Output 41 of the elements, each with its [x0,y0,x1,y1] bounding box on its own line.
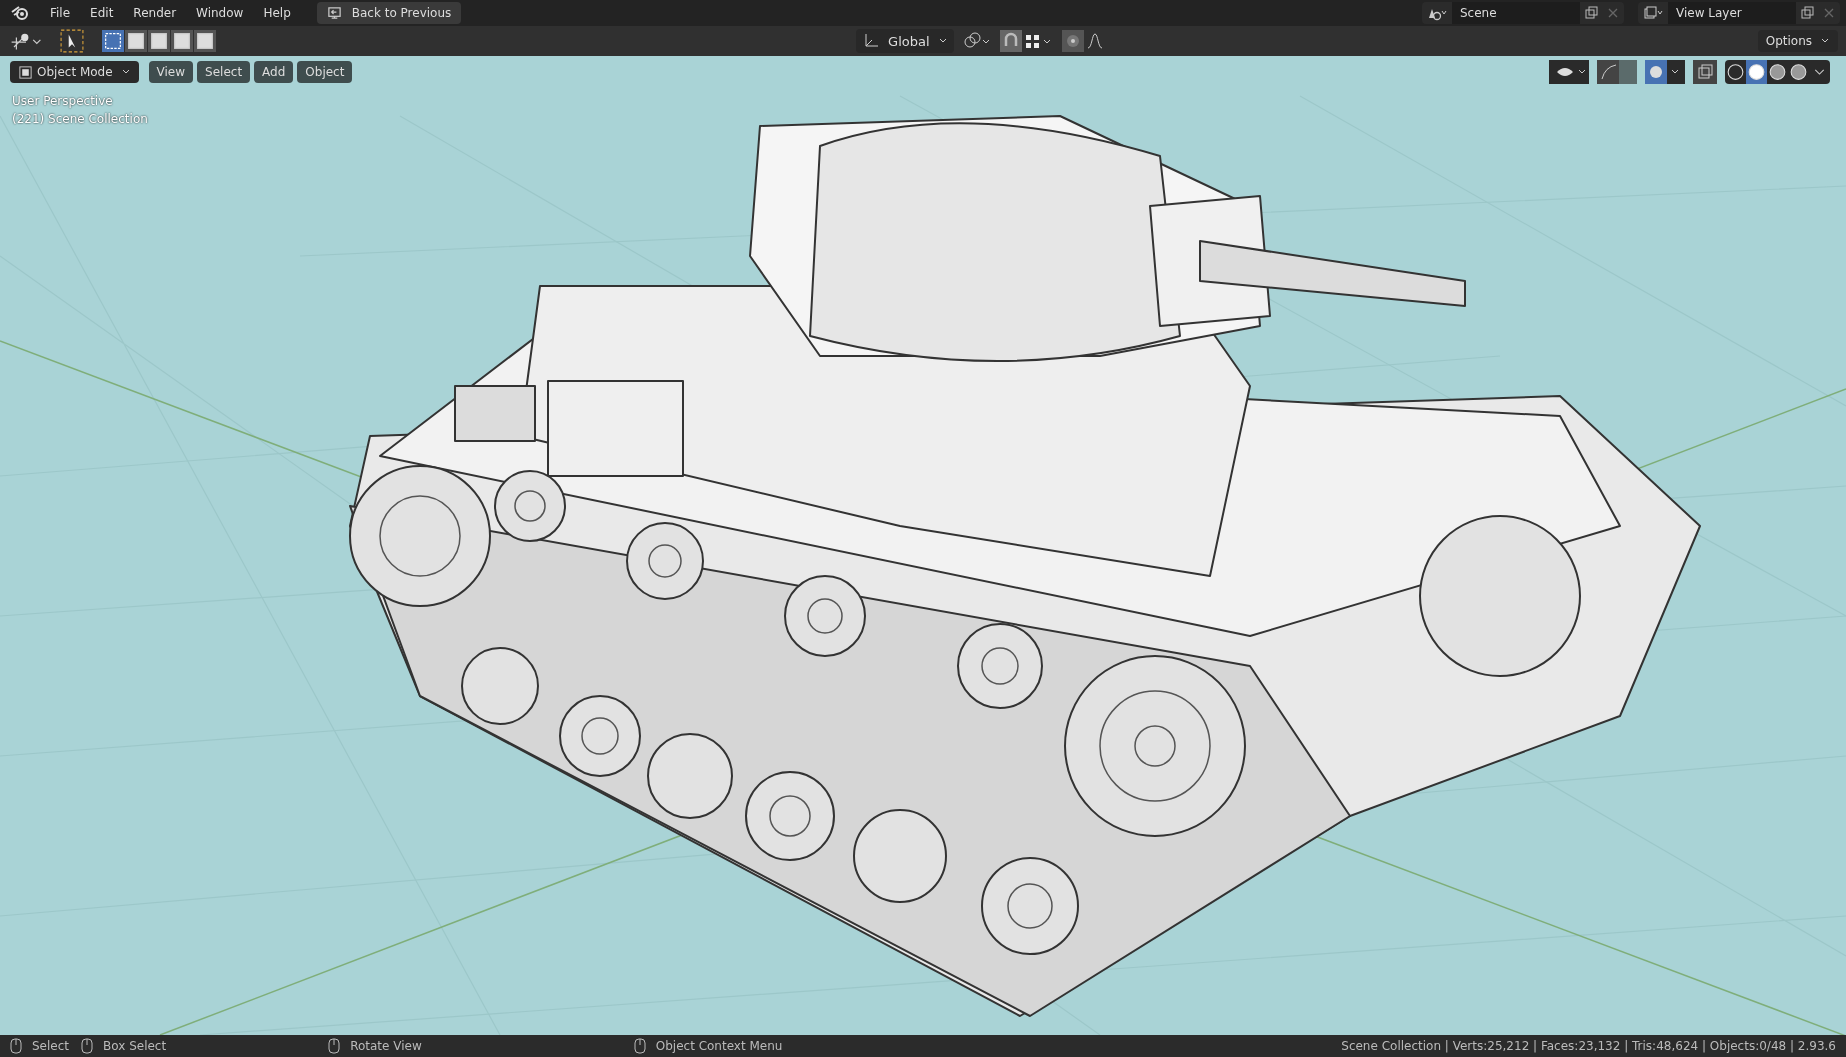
menu-item[interactable]: Help [255,6,299,20]
header-menu-button[interactable]: View [148,61,194,83]
selection-mode-icon[interactable] [171,30,193,52]
blender-logo-icon[interactable] [10,5,30,21]
scene-statistics: Scene Collection | Verts:25,212 | Faces:23,132 | Tris:48,624 | Objects:0/48 | 2.93.6 [1341,1039,1836,1053]
mouse-icon [81,1038,94,1054]
object-mode-dropdown[interactable]: Object Mode [10,61,139,83]
overlays-toggle-icon[interactable] [1645,60,1685,84]
mouse-icon [328,1038,341,1054]
gizmo-toggle-icon[interactable] [1597,60,1637,84]
menu-item[interactable]: Window [188,6,252,20]
view-layer-field[interactable]: View Layer [1668,2,1796,24]
selection-mode-icon[interactable] [125,30,147,52]
header-menu-button[interactable]: Add [254,61,294,83]
status-hint: Box Select [103,1039,167,1053]
back-to-previous-button[interactable]: Back to Previous [316,2,462,24]
viewport-info-text: User Perspective [12,94,114,108]
header-menu-button[interactable]: Select [197,61,251,83]
options-dropdown[interactable]: Options [1757,30,1838,52]
mouse-icon [633,1038,646,1054]
3d-viewport[interactable]: Object Mode View Select Add Object User Perspective (221) Scene Collection [0,56,1846,1035]
axes-icon[interactable] [862,32,881,50]
menu-item[interactable]: Edit [82,6,122,20]
menu-item[interactable]: Render [125,6,185,20]
mouse-icon [10,1038,22,1054]
shading-mode-icon[interactable] [1746,60,1767,84]
monitor-back-icon [326,5,342,21]
status-hint: Select [32,1039,70,1053]
menu-item[interactable]: File [42,6,79,20]
selection-mode-icon[interactable] [148,30,170,52]
visibility-eye-icon[interactable] [1549,60,1589,84]
header-menu-button[interactable]: Object [297,61,353,83]
scene-field[interactable]: Scene [1452,2,1580,24]
select-cursor-icon[interactable] [60,29,84,53]
cube-mode-icon [18,64,33,80]
selection-mode-icon[interactable] [194,30,216,52]
xray-toggle-icon[interactable] [1693,60,1717,84]
selection-mode-icon[interactable] [102,30,124,52]
viewport-info-text: (221) Scene Collection [12,112,148,126]
status-hint: Object Context Menu [655,1039,783,1053]
status-hint: Rotate View [350,1039,422,1053]
